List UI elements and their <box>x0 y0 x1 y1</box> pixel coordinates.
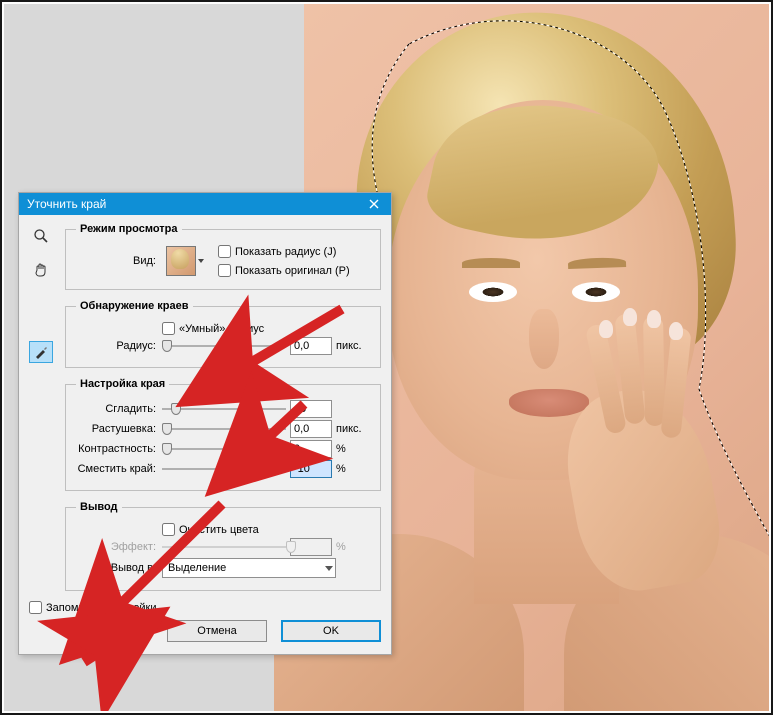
vid-label: Вид: <box>76 255 158 267</box>
radius-unit: пикс. <box>336 340 370 352</box>
output-to-value: Выделение <box>168 562 226 574</box>
magnifier-icon <box>33 228 49 244</box>
zoom-tool-button[interactable] <box>29 225 53 247</box>
close-icon <box>369 199 379 209</box>
effect-slider <box>162 538 286 556</box>
show-radius-checkbox[interactable]: Показать радиус (J) <box>218 245 350 258</box>
inner-frame: Уточнить край Режим просмотра <box>2 2 771 713</box>
radius-label: Радиус: <box>76 340 158 352</box>
app-frame: Уточнить край Режим просмотра <box>0 0 773 715</box>
dialog-body: Режим просмотра Вид: Показать радиус (J)… <box>19 215 391 654</box>
show-original-checkbox[interactable]: Показать оригинал (P) <box>218 264 350 277</box>
cancel-button[interactable]: Отмена <box>167 620 267 642</box>
view-mode-group: Режим просмотра Вид: Показать радиус (J)… <box>65 223 381 290</box>
chevron-down-icon <box>198 259 204 263</box>
show-original-label: Показать оригинал (P) <box>235 265 350 277</box>
close-button[interactable] <box>357 193 391 215</box>
edge-adjust-group: Настройка края Сгладить: Растушевка: пик… <box>65 378 381 491</box>
view-mode-legend: Режим просмотра <box>76 223 182 235</box>
hand-tool-button[interactable] <box>29 259 53 281</box>
view-thumbnail <box>166 246 196 276</box>
contrast-input[interactable] <box>290 440 332 458</box>
edge-detection-group: Обнаружение краев «Умный» радиус Радиус:… <box>65 300 381 368</box>
radius-input[interactable] <box>290 337 332 355</box>
contrast-label: Контрастность: <box>76 443 158 455</box>
shift-edge-input[interactable] <box>290 460 332 478</box>
output-legend: Вывод <box>76 501 122 513</box>
hand-icon <box>33 262 49 278</box>
dialog-titlebar[interactable]: Уточнить край <box>19 193 391 215</box>
effect-label: Эффект: <box>76 541 158 553</box>
shift-edge-label: Сместить край: <box>76 463 158 475</box>
view-mode-dropdown[interactable] <box>162 246 204 276</box>
decontaminate-checkbox[interactable]: Очистить цвета <box>162 523 259 536</box>
smooth-input[interactable] <box>290 400 332 418</box>
effect-unit: % <box>336 541 370 553</box>
smart-radius-label: «Умный» радиус <box>179 323 264 335</box>
chevron-down-icon <box>325 566 333 571</box>
ok-button[interactable]: OK <box>281 620 381 642</box>
shift-edge-slider[interactable] <box>162 460 286 478</box>
dialog-title: Уточнить край <box>27 197 106 211</box>
radius-slider[interactable] <box>162 337 286 355</box>
brush-icon <box>33 344 49 360</box>
output-group: Вывод Очистить цвета Эффект: % Вывод в: … <box>65 501 381 591</box>
feather-label: Растушевка: <box>76 423 158 435</box>
output-to-label: Вывод в: <box>76 562 158 574</box>
refine-brush-tool-button[interactable] <box>29 341 53 363</box>
contrast-unit: % <box>336 443 370 455</box>
smooth-slider[interactable] <box>162 400 286 418</box>
refine-edge-dialog: Уточнить край Режим просмотра <box>18 192 392 655</box>
tool-column <box>27 225 55 363</box>
effect-input <box>290 538 332 556</box>
edge-adjust-legend: Настройка края <box>76 378 169 390</box>
feather-input[interactable] <box>290 420 332 438</box>
output-to-select[interactable]: Выделение <box>162 558 336 578</box>
smart-radius-checkbox[interactable]: «Умный» радиус <box>162 322 264 335</box>
feather-slider[interactable] <box>162 420 286 438</box>
canvas-area: Уточнить край Режим просмотра <box>4 4 769 711</box>
remember-settings-label: Запомнить настройки <box>46 602 157 614</box>
feather-unit: пикс. <box>336 423 370 435</box>
contrast-slider[interactable] <box>162 440 286 458</box>
smooth-label: Сгладить: <box>76 403 158 415</box>
show-radius-label: Показать радиус (J) <box>235 246 336 258</box>
shift-edge-unit: % <box>336 463 370 475</box>
decontaminate-label: Очистить цвета <box>179 524 259 536</box>
remember-settings-checkbox[interactable]: Запомнить настройки <box>29 601 381 614</box>
edge-detection-legend: Обнаружение краев <box>76 300 193 312</box>
